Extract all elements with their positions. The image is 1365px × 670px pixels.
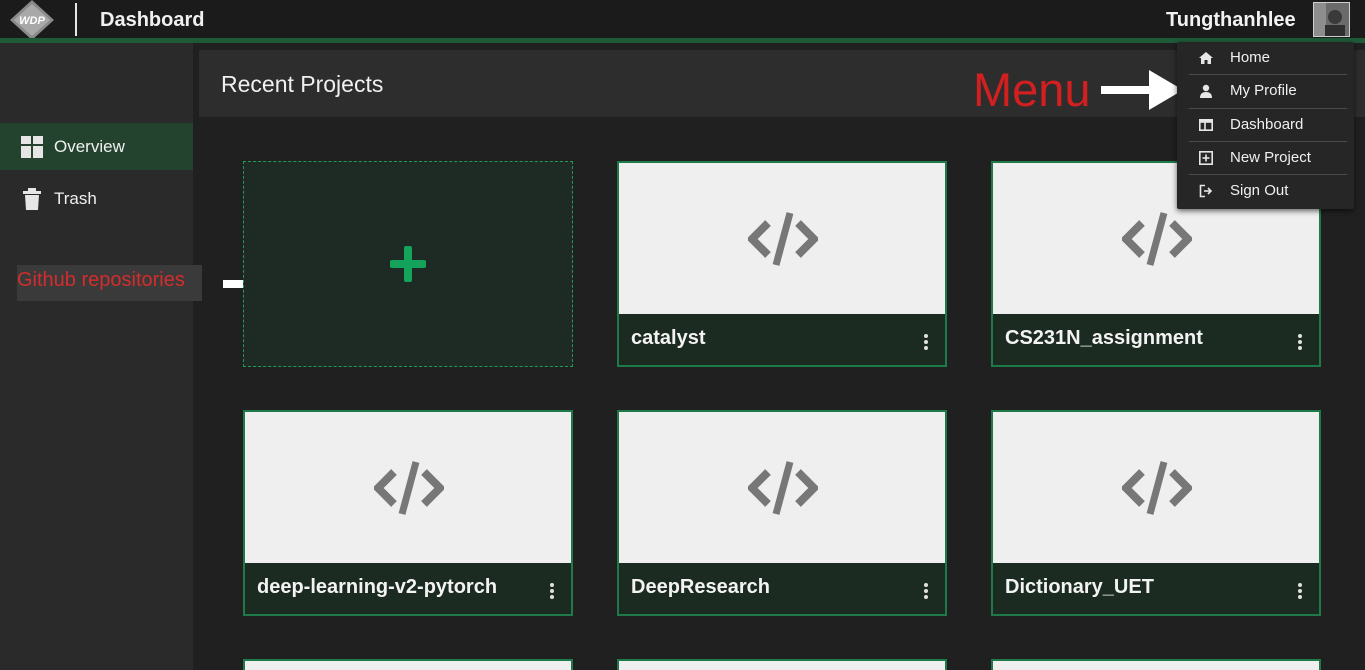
trash-icon <box>23 188 41 210</box>
code-icon <box>1122 461 1192 515</box>
avatar[interactable] <box>1313 2 1350 37</box>
project-name[interactable]: catalyst <box>631 327 706 350</box>
menu-item-sign-out[interactable]: Sign Out <box>1189 175 1347 208</box>
username[interactable]: Tungthanhlee <box>1166 9 1296 32</box>
sign-out-icon <box>1199 184 1213 198</box>
project-thumbnail <box>245 661 571 670</box>
project-card[interactable]: DeepResearch <box>617 410 947 616</box>
project-thumbnail <box>993 412 1319 563</box>
more-options-icon[interactable] <box>1295 582 1305 600</box>
menu-item-new-project[interactable]: New Project <box>1189 142 1347 175</box>
project-thumbnail <box>245 412 571 563</box>
menu-annotation: Menu <box>973 63 1091 116</box>
project-thumbnail <box>619 412 945 563</box>
menu-item-home[interactable]: Home <box>1189 42 1347 75</box>
github-annotation-text: Github repositories <box>17 269 185 291</box>
more-options-icon[interactable] <box>921 582 931 600</box>
code-icon <box>748 461 818 515</box>
home-icon <box>1199 52 1213 64</box>
dashboard-icon <box>1199 118 1213 131</box>
user-icon <box>1200 84 1212 98</box>
project-card[interactable]: catalyst <box>617 161 947 367</box>
more-options-icon[interactable] <box>1295 333 1305 351</box>
top-bar: WDP Dashboard Tungthanhlee <box>0 0 1365 40</box>
app-title: Dashboard <box>100 9 205 31</box>
project-card-partial[interactable] <box>991 659 1321 670</box>
sidebar-item-overview[interactable]: Overview <box>0 123 193 170</box>
menu-item-dashboard[interactable]: Dashboard <box>1189 109 1347 142</box>
grid-icon <box>21 136 43 158</box>
page-title: Recent Projects <box>221 71 384 97</box>
project-card-partial[interactable] <box>617 659 947 670</box>
plus-icon <box>390 246 426 282</box>
user-dropdown-menu: Home My Profile Dashboard New Project Si… <box>1177 42 1354 209</box>
project-name[interactable]: deep-learning-v2-pytorch <box>257 576 497 599</box>
logo-text: WDP <box>19 15 45 27</box>
sidebar-item-label: Overview <box>54 136 125 156</box>
project-name[interactable]: Dictionary_UET <box>1005 576 1154 599</box>
menu-item-label: Dashboard <box>1230 116 1304 133</box>
top-bar-accent-line <box>0 38 1365 43</box>
code-icon <box>374 461 444 515</box>
github-repositories-annotation: Github repositories <box>17 265 202 301</box>
plus-square-icon <box>1199 151 1213 165</box>
menu-item-label: Home <box>1230 49 1271 66</box>
menu-item-my-profile[interactable]: My Profile <box>1189 75 1347 108</box>
project-thumbnail <box>619 163 945 314</box>
project-card[interactable]: Dictionary_UET <box>991 410 1321 616</box>
wdp-logo[interactable]: WDP <box>10 0 54 40</box>
project-name[interactable]: DeepResearch <box>631 576 770 599</box>
header-divider <box>75 3 77 36</box>
arrow-right-icon <box>1101 70 1183 110</box>
sidebar: Overview Trash <box>0 43 193 670</box>
project-card-partial[interactable] <box>243 659 573 670</box>
menu-item-label: New Project <box>1230 149 1311 166</box>
project-thumbnail <box>993 661 1319 670</box>
sidebar-item-label: Trash <box>54 188 97 208</box>
project-name[interactable]: CS231N_assignment <box>1005 327 1203 350</box>
menu-item-label: My Profile <box>1230 82 1297 99</box>
menu-item-label: Sign Out <box>1230 182 1289 199</box>
more-options-icon[interactable] <box>547 582 557 600</box>
avatar-image <box>1314 3 1349 36</box>
sidebar-item-trash[interactable]: Trash <box>0 175 193 222</box>
project-thumbnail <box>619 661 945 670</box>
more-options-icon[interactable] <box>921 333 931 351</box>
new-project-card[interactable] <box>243 161 573 367</box>
project-card[interactable]: deep-learning-v2-pytorch <box>243 410 573 616</box>
code-icon <box>748 212 818 266</box>
code-icon <box>1122 212 1192 266</box>
